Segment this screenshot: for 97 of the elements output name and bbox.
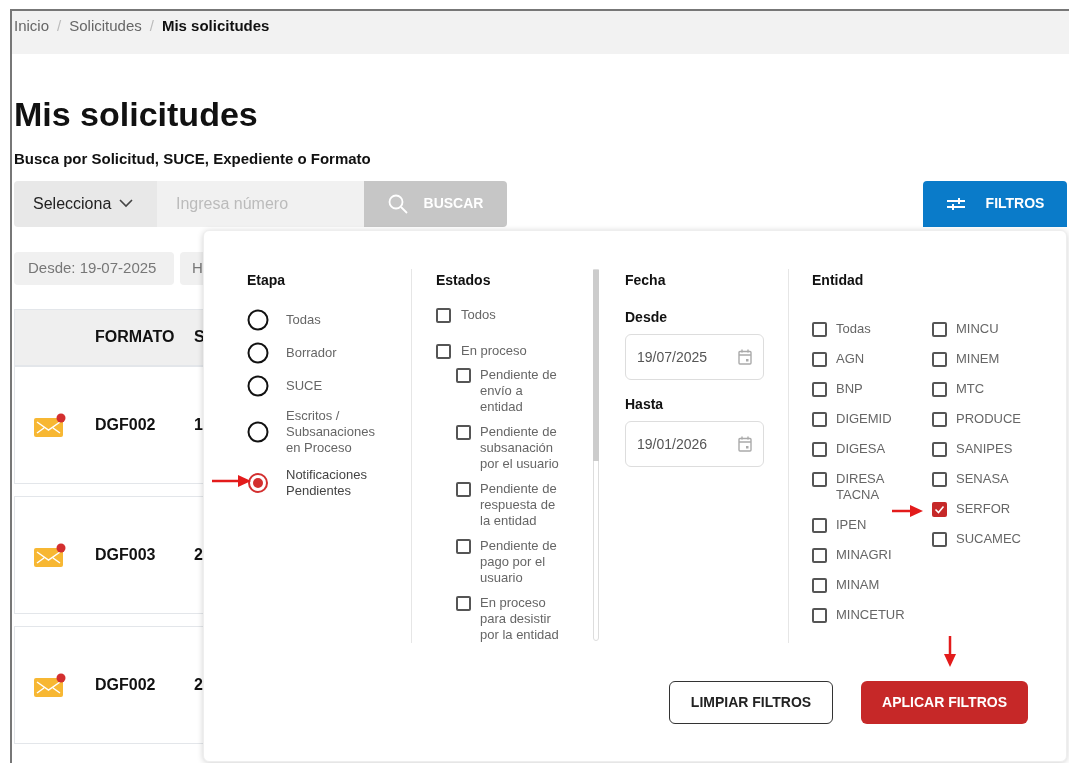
search-icon: [387, 193, 408, 214]
checkbox[interactable]: [812, 608, 827, 623]
checkbox[interactable]: [932, 472, 947, 487]
checkbox-label: En proceso: [461, 343, 527, 359]
checkbox[interactable]: [812, 472, 827, 487]
filters-button[interactable]: FILTROS: [923, 180, 1067, 227]
apply-filters-button[interactable]: APLICAR FILTROS: [861, 681, 1028, 724]
calendar-icon: [738, 436, 752, 452]
checkbox-label: MINAM: [836, 577, 881, 593]
table-cell-text: 1: [194, 414, 203, 435]
current-page-text: Mis solicitudes: [161, 16, 270, 36]
checkbox-label: MINAGRI: [836, 547, 893, 563]
checkbox-label: SUCAMEC: [956, 531, 1022, 547]
checkbox[interactable]: [932, 322, 947, 337]
breadcrumb-separator: /: [57, 16, 62, 36]
checkbox-label: MINCU: [956, 321, 1000, 337]
checkbox-label: En proceso para desistir por la entidad: [480, 595, 560, 643]
checkbox[interactable]: [456, 596, 471, 611]
radio-button[interactable]: [247, 342, 269, 364]
checkbox[interactable]: [812, 382, 827, 397]
annotation-arrow: [943, 636, 957, 668]
type-select[interactable]: Selecciona: [14, 180, 157, 227]
checkbox[interactable]: [456, 425, 471, 440]
checkbox-label: MINCETUR: [836, 607, 902, 623]
checkbox-label: MINEM: [956, 351, 1001, 367]
radio-label: Notificaciones Pendientes: [286, 467, 368, 499]
breadcrumb-separator: /: [149, 16, 154, 36]
checkbox[interactable]: [812, 518, 827, 533]
checkbox-label: Pendiente de envío a entidad: [480, 367, 558, 415]
radio-button[interactable]: [247, 421, 269, 443]
checkbox[interactable]: [812, 548, 827, 563]
checkbox-label: Todos: [461, 307, 496, 323]
checkbox-label: Pendiente de subsanación por el usuario: [480, 424, 560, 472]
table-cell-text: DGF003: [95, 544, 157, 565]
checkbox[interactable]: [812, 322, 827, 337]
radio-button[interactable]: [247, 375, 269, 397]
checkbox-label: Pendiente de pago por el usuario: [480, 538, 558, 586]
chevron-down-icon: [119, 199, 134, 208]
table-cell-text: DGF002: [95, 674, 157, 695]
checkbox[interactable]: [456, 539, 471, 554]
checkbox[interactable]: [436, 344, 451, 359]
table-cell-text: 2: [194, 674, 203, 695]
column-header: FORMATO: [95, 327, 176, 347]
radio-label: Escritos / Subsanaciones en Proceso: [286, 408, 376, 456]
checkbox-label: BNP: [836, 381, 864, 397]
checkbox-label: DIRESA TACNA: [836, 471, 886, 503]
checkbox[interactable]: [932, 412, 947, 427]
radio-label: Borrador: [286, 345, 338, 361]
checkbox-label: SANIPES: [956, 441, 1014, 457]
annotation-arrow: [212, 474, 252, 488]
checkbox[interactable]: [932, 502, 947, 517]
table-cell-text: DGF002: [95, 414, 157, 435]
section-heading: Etapa: [247, 271, 287, 290]
checkbox[interactable]: [932, 532, 947, 547]
checkbox-label: AGN: [836, 351, 866, 367]
page-title: Mis solicitudes: [14, 94, 259, 135]
search-label: Busca por Solicitud, SUCE, Expediente o Formato: [14, 149, 372, 169]
radio-label: Todas: [286, 312, 322, 328]
checkbox[interactable]: [812, 352, 827, 367]
checkbox[interactable]: [456, 482, 471, 497]
radio-label: SUCE: [286, 378, 324, 394]
sliders-icon: [945, 196, 966, 211]
checkbox-label: Todas: [836, 321, 872, 337]
calendar-icon: [738, 349, 752, 365]
filter-chip[interactable]: Desde: 19-07-2025: [14, 251, 174, 285]
checkbox[interactable]: [812, 442, 827, 457]
checkbox[interactable]: [456, 368, 471, 383]
section-heading: Fecha: [625, 271, 667, 290]
date-field[interactable]: 19/07/2025: [625, 334, 764, 380]
checkbox[interactable]: [932, 352, 947, 367]
checkbox[interactable]: [436, 308, 451, 323]
field-label: Desde: [625, 308, 669, 327]
field-label: Hasta: [625, 395, 665, 414]
table-cell-text: 2: [194, 544, 203, 565]
section-heading: Estados: [436, 271, 492, 290]
checkbox-label: IPEN: [836, 517, 868, 533]
date-field[interactable]: 19/01/2026: [625, 421, 764, 467]
checkbox-label: MTC: [956, 381, 986, 397]
checkbox[interactable]: [932, 382, 947, 397]
checkbox[interactable]: [812, 412, 827, 427]
breadcrumb-link[interactable]: Solicitudes: [69, 15, 142, 38]
checkbox[interactable]: [932, 442, 947, 457]
breadcrumb-link[interactable]: Inicio: [14, 15, 50, 38]
checkbox-label: SERFOR: [956, 501, 1012, 517]
checkbox-label: DIGESA: [836, 441, 887, 457]
section-heading: Entidad: [812, 271, 865, 290]
annotation-arrow: [892, 504, 923, 518]
radio-button[interactable]: [247, 472, 269, 494]
filter-chip[interactable]: H: [180, 251, 203, 285]
checkbox[interactable]: [812, 578, 827, 593]
clear-filters-button[interactable]: LIMPIAR FILTROS: [669, 681, 833, 724]
checkbox-label: Pendiente de respuesta de la entidad: [480, 481, 558, 529]
checkbox-label: PRODUCE: [956, 411, 1022, 427]
radio-button[interactable]: [247, 309, 269, 331]
scrollbar[interactable]: [593, 269, 599, 641]
checkbox-label: DIGEMID: [836, 411, 893, 427]
checkbox-label: SENASA: [956, 471, 1010, 487]
